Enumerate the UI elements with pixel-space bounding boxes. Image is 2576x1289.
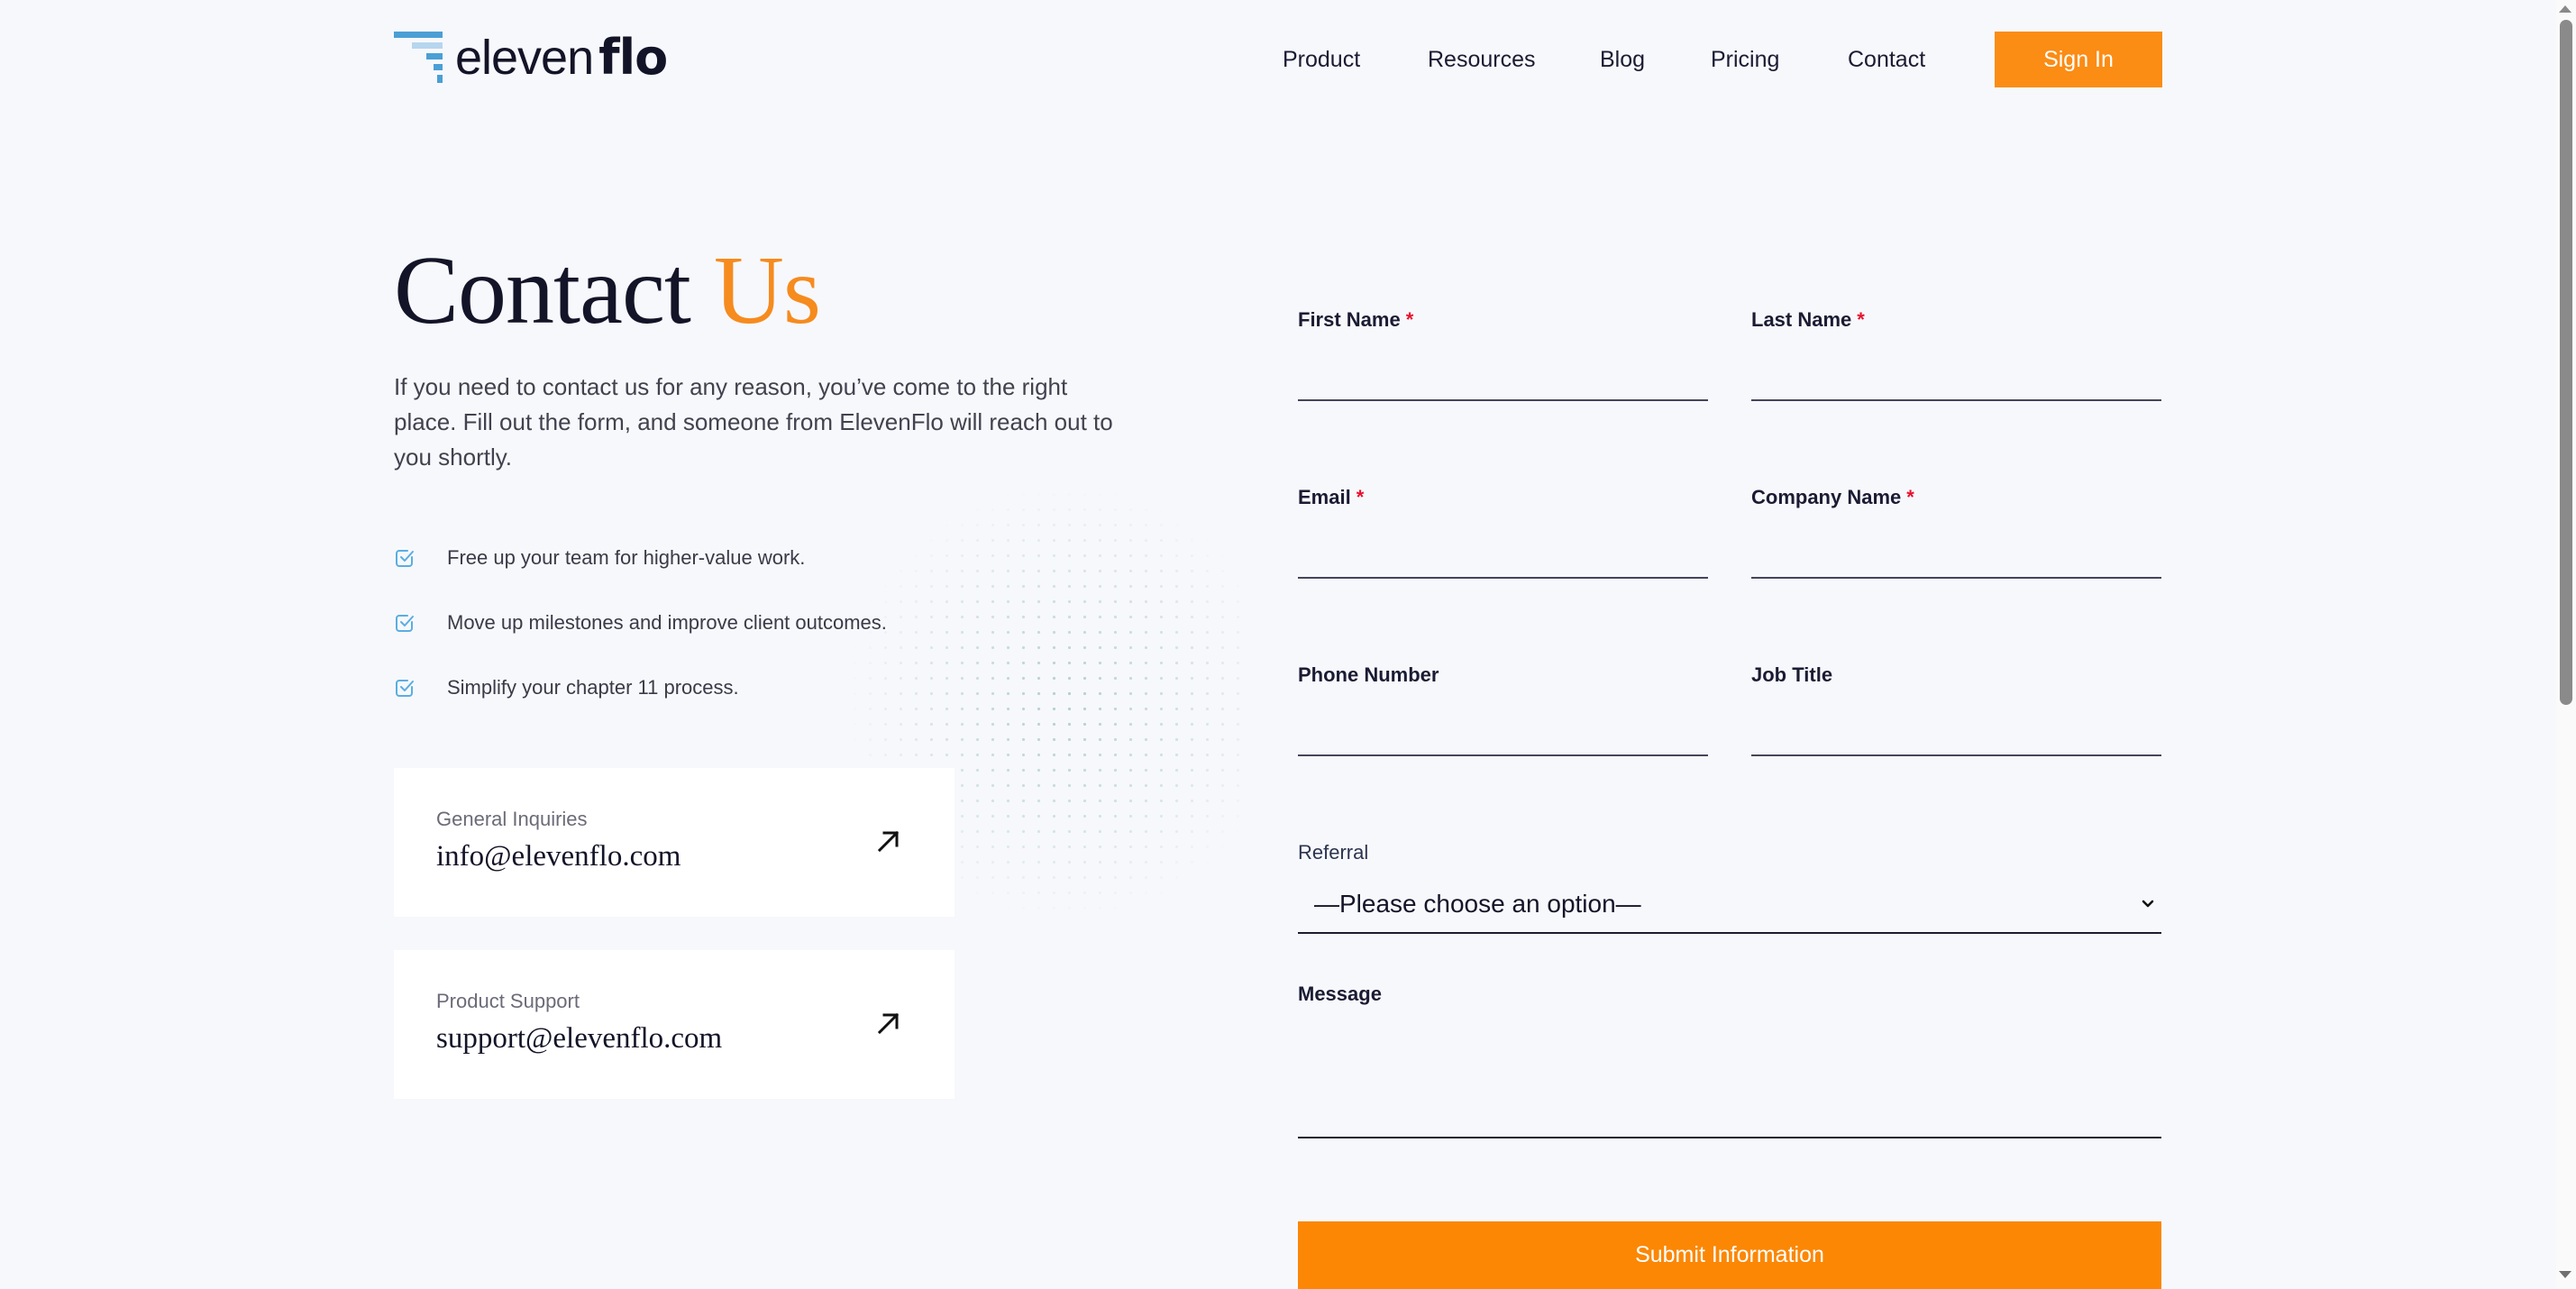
page-title: Contact Us: [394, 233, 821, 350]
benefit-text: Move up milestones and improve client ou…: [447, 611, 887, 634]
company-name-input[interactable]: [1751, 541, 2161, 579]
message-label: Message: [1298, 983, 1382, 1005]
benefit-text: Free up your team for higher-value work.: [447, 546, 806, 569]
required-mark: *: [1857, 308, 1865, 331]
company-name-label: Company Name *: [1751, 486, 1914, 509]
referral-label: Referral: [1298, 841, 1369, 864]
job-title-input[interactable]: [1751, 718, 2161, 756]
intro-text: If you need to contact us for any reason…: [394, 373, 1113, 471]
contact-card-general-inquiries[interactable]: General Inquiries info@elevenflo.com: [394, 768, 955, 917]
first-name-input[interactable]: [1298, 363, 1708, 401]
phone-number-input[interactable]: [1298, 718, 1708, 756]
label-text: First Name: [1298, 308, 1401, 331]
label-text: Last Name: [1751, 308, 1852, 331]
label-text: Company Name: [1751, 486, 1902, 508]
first-name-label: First Name *: [1298, 308, 1413, 332]
required-mark: *: [1356, 486, 1365, 508]
submit-information-button[interactable]: Submit Information: [1298, 1221, 2161, 1289]
message-textarea[interactable]: [1298, 1014, 2161, 1138]
label-text: Email: [1298, 486, 1351, 508]
card-email[interactable]: info@elevenflo.com: [436, 840, 681, 873]
nav-pricing[interactable]: Pricing: [1711, 47, 1779, 73]
nav-resources[interactable]: Resources: [1428, 47, 1536, 73]
job-title-label: Job Title: [1751, 663, 1833, 686]
required-mark: *: [1405, 308, 1414, 331]
nav-product[interactable]: Product: [1283, 47, 1360, 73]
card-label: Product Support: [436, 990, 580, 1012]
arrow-up-right-icon[interactable]: [875, 827, 902, 855]
referral-selected-value: —Please choose an option—: [1314, 890, 1641, 918]
scrollbar-thumb[interactable]: [2560, 20, 2572, 705]
card-label: General Inquiries: [436, 808, 588, 830]
contact-card-product-support[interactable]: Product Support support@elevenflo.com: [394, 950, 955, 1099]
arrow-up-right-icon[interactable]: [875, 1010, 902, 1037]
last-name-label: Last Name *: [1751, 308, 1865, 332]
page-title-accent: Us: [713, 237, 821, 344]
nav-contact[interactable]: Contact: [1848, 47, 1925, 73]
nav-blog[interactable]: Blog: [1600, 47, 1645, 73]
sign-in-button[interactable]: Sign In: [1995, 32, 2162, 87]
checkbox-checked-icon: [396, 615, 414, 632]
benefit-text: Simplify your chapter 11 process.: [447, 676, 739, 699]
scroll-up-arrow-icon[interactable]: [2559, 5, 2571, 13]
chevron-down-icon: [2142, 900, 2154, 908]
benefit-item: Free up your team for higher-value work.: [394, 546, 805, 570]
benefit-item: Simplify your chapter 11 process.: [394, 676, 739, 699]
page-title-main: Contact: [394, 237, 691, 344]
required-mark: *: [1906, 486, 1914, 508]
scroll-down-arrow-icon[interactable]: [2559, 1271, 2571, 1278]
benefit-item: Move up milestones and improve client ou…: [394, 611, 887, 635]
last-name-input[interactable]: [1751, 363, 2161, 401]
email-input[interactable]: [1298, 541, 1708, 579]
referral-select[interactable]: —Please choose an option—: [1298, 876, 2161, 934]
email-label: Email *: [1298, 486, 1364, 509]
phone-number-label: Phone Number: [1298, 663, 1439, 686]
main-nav: Product Resources Blog Pricing Contact: [0, 36, 2576, 83]
checkbox-checked-icon: [396, 680, 414, 697]
checkbox-checked-icon: [396, 550, 414, 567]
card-email[interactable]: support@elevenflo.com: [436, 1022, 722, 1056]
